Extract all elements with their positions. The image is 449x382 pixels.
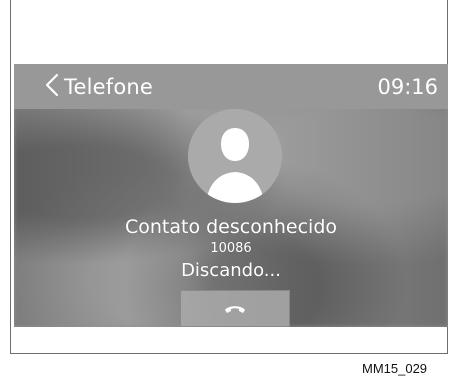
person-silhouette-icon <box>188 109 282 203</box>
clock-time: 09:16 <box>377 75 438 99</box>
phone-screen: Telefone 09:16 Contato desconhecido 1008… <box>14 64 448 327</box>
page-title: Telefone <box>64 75 154 99</box>
contact-number: 10086 <box>210 241 252 256</box>
top-bar: Telefone 09:16 <box>14 64 448 109</box>
figure-code: MM15_029 <box>362 361 428 376</box>
back-button[interactable] <box>40 73 64 101</box>
call-status: Discando... <box>181 260 281 281</box>
chevron-left-icon <box>43 73 61 101</box>
avatar <box>188 109 282 203</box>
contact-name: Contato desconhecido <box>124 216 338 238</box>
end-call-button[interactable] <box>180 290 290 327</box>
phone-hangup-icon <box>223 302 247 316</box>
